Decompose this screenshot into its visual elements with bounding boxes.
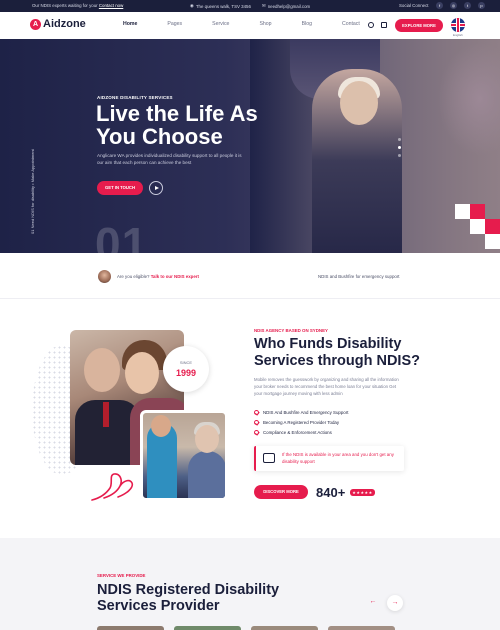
- location-icon: ◉: [190, 3, 194, 8]
- since-label: SINCE: [179, 360, 193, 365]
- decor-square: [485, 234, 500, 249]
- social-icons: f ◎ t p: [436, 2, 485, 9]
- hero-title: Live the Life As You Choose: [96, 101, 258, 149]
- hero-side-number: 01: [30, 229, 35, 234]
- nav-menu: Home Pages Service Shop Blog Contact: [123, 21, 390, 27]
- nav-item-home[interactable]: Home: [123, 21, 137, 27]
- about-description: Mobile removes the guesswork by organizi…: [254, 377, 399, 396]
- decor-square: [470, 204, 485, 219]
- notice-text: If the NDIS is available in your area an…: [282, 452, 394, 464]
- logo-icon: A: [30, 18, 41, 30]
- about-secondary-photo: [140, 410, 228, 501]
- top-bar: Our NDIS experts waiting for your Contac…: [0, 0, 500, 12]
- slide-dot-active[interactable]: [398, 146, 401, 149]
- since-year: 1999: [175, 368, 197, 378]
- check-icon: [254, 419, 259, 425]
- logo-text: Aidzone: [43, 18, 86, 30]
- decor-square: [470, 219, 485, 234]
- checklist-item-label: NDIS And Bushfire And Emergency Support: [263, 409, 349, 415]
- decor-square: [455, 204, 470, 219]
- checklist-item: NDIS And Bushfire And Emergency Support: [254, 407, 348, 417]
- checklist-item-label: Becoming A Registered Provider Today: [263, 419, 340, 425]
- since-badge: SINCE 1999: [163, 346, 209, 392]
- search-icon[interactable]: [368, 22, 374, 28]
- nav-item-shop[interactable]: Shop: [259, 21, 271, 27]
- talk-to-expert-link[interactable]: Talk to our NDIS expert: [151, 274, 199, 279]
- slide-dot[interactable]: [398, 138, 401, 141]
- explore-more-button[interactable]: EXPLORE MORE: [395, 19, 443, 32]
- twitter-icon[interactable]: t: [464, 2, 471, 9]
- slide-number: 01: [95, 218, 149, 253]
- main-nav: A Aidzone Home Pages Service Shop Blog C…: [0, 12, 500, 39]
- top-email[interactable]: ✉ needhelp@gmail.com: [262, 3, 310, 9]
- feature-checklist: NDIS And Bushfire And Emergency Support …: [254, 407, 348, 437]
- service-card-image[interactable]: [251, 626, 318, 630]
- nav-item-pages[interactable]: Pages: [167, 21, 182, 27]
- hero-side-text[interactable]: 01 Need NDIS for disability • Make Appoi…: [30, 149, 35, 234]
- hero-section: 01 Need NDIS for disability • Make Appoi…: [0, 39, 500, 253]
- photo-face: [151, 415, 171, 437]
- hero-subtitle: AIDZONE DISABILITY SERVICES: [97, 95, 173, 100]
- checklist-item: Becoming A Registered Provider Today: [254, 417, 348, 427]
- contact-now-link[interactable]: Contact now: [99, 3, 123, 8]
- social-label: Social Connect: [399, 3, 429, 8]
- photo-face: [84, 348, 120, 392]
- checklist-item: Compliance & Enforcement Actions: [254, 427, 348, 437]
- top-address-text: The queens walk, TSV 3456: [195, 3, 251, 9]
- eligibility-bar: Are you eligible? Talk to our NDIS exper…: [0, 253, 500, 299]
- services-subtitle: SERVICE WE PROVIDE: [97, 573, 146, 578]
- mail-icon: ✉: [262, 3, 266, 8]
- uk-flag-icon[interactable]: [451, 18, 465, 32]
- eligibility-text: Are you eligible? Talk to our NDIS exper…: [117, 274, 199, 279]
- service-cards: [97, 626, 395, 630]
- photo-face: [125, 352, 159, 394]
- cart-icon[interactable]: [381, 22, 387, 28]
- next-arrow-button[interactable]: →: [387, 595, 403, 611]
- slide-dot[interactable]: [398, 154, 401, 157]
- heart-icon: [91, 473, 134, 501]
- about-subtitle: NDIS AGENCY BASED ON SYDNEY: [254, 328, 328, 333]
- discover-more-button[interactable]: DISCOVER MORE: [254, 485, 308, 499]
- logo[interactable]: A Aidzone: [30, 18, 86, 30]
- get-in-touch-button[interactable]: GET IN TOUCH: [97, 181, 143, 195]
- support-icon: [263, 453, 275, 463]
- service-card-image[interactable]: [97, 626, 164, 630]
- eligibility-question: Are you eligible?: [117, 274, 150, 279]
- nav-item-blog[interactable]: Blog: [302, 21, 312, 27]
- top-message: Our NDIS experts waiting for your Contac…: [32, 3, 123, 8]
- hero-side-label: Need NDIS for disability • Make Appointm…: [30, 149, 35, 229]
- hero-description: Anglicare WA provides individualized dis…: [97, 153, 242, 165]
- instagram-icon[interactable]: ◎: [450, 2, 457, 9]
- rating-stars: ★★★★★: [350, 489, 375, 496]
- services-section: SERVICE WE PROVIDE NDIS Registered Disab…: [0, 538, 500, 630]
- hero-face: [340, 81, 378, 125]
- play-icon: [155, 186, 159, 190]
- play-video-button[interactable]: [149, 181, 163, 195]
- service-card-image[interactable]: [328, 626, 395, 630]
- service-card-image[interactable]: [174, 626, 241, 630]
- language-label[interactable]: English: [453, 33, 463, 37]
- top-message-text: Our NDIS experts waiting for your: [32, 3, 98, 8]
- photo-figure: [188, 451, 225, 498]
- pinterest-icon[interactable]: p: [478, 2, 485, 9]
- review-count: 840+: [316, 485, 346, 500]
- decor-square: [485, 219, 500, 234]
- expert-avatar: [98, 270, 111, 283]
- about-title: Who Funds Disability Services through ND…: [254, 336, 420, 369]
- nav-item-service[interactable]: Service: [212, 21, 229, 27]
- top-address: ◉ The queens walk, TSV 3456: [190, 3, 251, 9]
- facebook-icon[interactable]: f: [436, 2, 443, 9]
- services-title: NDIS Registered Disability Services Prov…: [97, 582, 280, 614]
- eligibility-right-text: NDIS and Bushfire for emergency support: [318, 274, 400, 279]
- check-icon: [254, 429, 259, 435]
- notice-box: If the NDIS is available in your area an…: [254, 446, 404, 471]
- nav-item-contact[interactable]: Contact: [342, 21, 360, 27]
- checklist-item-label: Compliance & Enforcement Actions: [263, 429, 332, 435]
- photo-figure: [103, 402, 109, 427]
- check-icon: [254, 409, 259, 415]
- photo-face: [195, 425, 219, 453]
- top-email-text[interactable]: needhelp@gmail.com: [268, 4, 311, 9]
- slider-dots: [398, 138, 401, 157]
- prev-arrow-button[interactable]: ←: [366, 595, 380, 609]
